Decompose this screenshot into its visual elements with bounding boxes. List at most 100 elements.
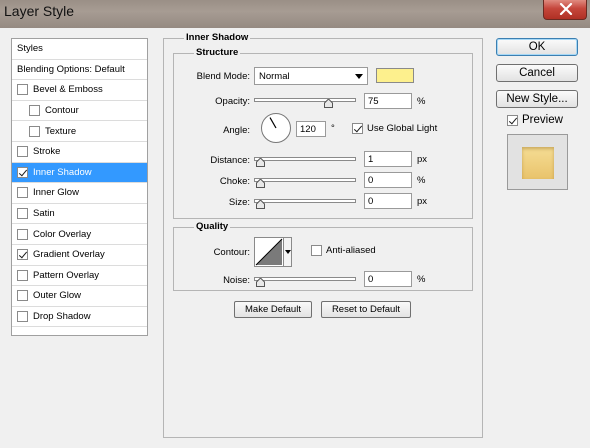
style-item-label: Color Overlay bbox=[33, 228, 92, 240]
blend-mode-label: Blend Mode: bbox=[196, 71, 250, 82]
close-icon bbox=[559, 3, 573, 15]
style-item-label: Outer Glow bbox=[33, 290, 82, 302]
structure-group: Structure Blend Mode: Normal Opacity: 75… bbox=[173, 47, 473, 219]
satin-checkbox[interactable] bbox=[17, 208, 28, 220]
distance-slider[interactable] bbox=[254, 157, 356, 161]
distance-slider-thumb[interactable] bbox=[256, 158, 265, 167]
opacity-slider[interactable] bbox=[254, 98, 356, 102]
contour-picker[interactable] bbox=[254, 237, 292, 267]
opacity-input[interactable]: 75 bbox=[364, 93, 412, 109]
linear-contour-icon bbox=[255, 238, 283, 266]
contour-dropdown-button[interactable] bbox=[283, 238, 291, 266]
outer-glow-checkbox[interactable] bbox=[17, 290, 28, 302]
noise-label: Noise: bbox=[223, 275, 250, 286]
style-item-color-overlay[interactable]: Color Overlay bbox=[12, 224, 147, 245]
noise-unit: % bbox=[417, 274, 426, 285]
style-item-texture[interactable]: Texture bbox=[12, 121, 147, 142]
contour-label: Contour: bbox=[213, 247, 250, 258]
color-overlay-checkbox[interactable] bbox=[17, 228, 28, 240]
contour-checkbox[interactable] bbox=[29, 105, 40, 117]
choke-slider[interactable] bbox=[254, 178, 356, 182]
preview-checkbox[interactable] bbox=[507, 115, 518, 126]
styles-header-label: Styles bbox=[17, 43, 43, 55]
style-item-label: Inner Glow bbox=[33, 187, 79, 199]
distance-input[interactable]: 1 bbox=[364, 151, 412, 167]
distance-unit: px bbox=[417, 154, 428, 165]
style-item-label: Inner Shadow bbox=[33, 166, 92, 178]
styles-header[interactable]: Styles bbox=[12, 39, 147, 60]
anti-aliased-checkbox[interactable] bbox=[311, 245, 322, 256]
style-item-drop-shadow[interactable]: Drop Shadow bbox=[12, 307, 147, 328]
size-label: Size: bbox=[228, 197, 250, 208]
title-bar: Layer Style bbox=[0, 0, 590, 28]
preview-box bbox=[507, 134, 568, 190]
gradient-overlay-checkbox[interactable] bbox=[17, 249, 28, 261]
preview-label: Preview bbox=[522, 114, 563, 126]
noise-input[interactable]: 0 bbox=[364, 271, 412, 287]
noise-slider[interactable] bbox=[254, 277, 356, 281]
style-item-label: Gradient Overlay bbox=[33, 249, 105, 261]
inner-glow-checkbox[interactable] bbox=[17, 187, 28, 199]
ok-button[interactable]: OK bbox=[496, 38, 578, 56]
inner-shadow-panel: Inner Shadow Structure Blend Mode: Norma… bbox=[163, 32, 483, 438]
texture-checkbox[interactable] bbox=[29, 125, 40, 137]
angle-input[interactable]: 120 bbox=[296, 121, 326, 137]
close-button[interactable] bbox=[543, 0, 587, 20]
size-input[interactable]: 0 bbox=[364, 193, 412, 209]
inner-shadow-checkbox[interactable] bbox=[17, 166, 28, 178]
opacity-label: Opacity: bbox=[215, 96, 250, 107]
shadow-color-swatch[interactable] bbox=[376, 68, 414, 83]
quality-group: Quality Contour: Anti-aliased Noise: 0 % bbox=[173, 221, 473, 291]
new-style-button[interactable]: New Style... bbox=[496, 90, 578, 108]
panel-title: Inner Shadow bbox=[184, 32, 251, 43]
make-default-button[interactable]: Make Default bbox=[234, 301, 312, 318]
cancel-button[interactable]: Cancel bbox=[496, 64, 578, 82]
structure-title: Structure bbox=[194, 47, 241, 58]
angle-label: Angle: bbox=[223, 125, 250, 136]
style-item-stroke[interactable]: Stroke bbox=[12, 142, 147, 163]
drop-shadow-checkbox[interactable] bbox=[17, 311, 28, 323]
style-item-label: Texture bbox=[45, 125, 77, 137]
quality-title: Quality bbox=[194, 221, 231, 232]
style-item-label: Contour bbox=[45, 105, 79, 117]
size-slider-thumb[interactable] bbox=[256, 200, 265, 209]
use-global-light-checkbox[interactable] bbox=[352, 123, 363, 134]
use-global-light-label: Use Global Light bbox=[367, 123, 438, 134]
choke-input[interactable]: 0 bbox=[364, 172, 412, 188]
style-item-outer-glow[interactable]: Outer Glow bbox=[12, 286, 147, 307]
blend-mode-value: Normal bbox=[259, 71, 290, 82]
style-item-label: Bevel & Emboss bbox=[33, 84, 103, 96]
blend-mode-select[interactable]: Normal bbox=[254, 67, 368, 85]
style-item-inner-shadow[interactable]: Inner Shadow bbox=[12, 162, 147, 184]
chevron-down-icon bbox=[285, 250, 291, 254]
style-item-bevel-emboss[interactable]: Bevel & Emboss bbox=[12, 80, 147, 101]
choke-unit: % bbox=[417, 175, 426, 186]
style-item-label: Satin bbox=[33, 208, 55, 220]
noise-slider-thumb[interactable] bbox=[256, 278, 265, 287]
style-item-blending-options-default[interactable]: Blending Options: Default bbox=[12, 60, 147, 81]
style-item-satin[interactable]: Satin bbox=[12, 204, 147, 225]
style-item-label: Stroke bbox=[33, 146, 61, 158]
pattern-overlay-checkbox[interactable] bbox=[17, 269, 28, 281]
opacity-slider-thumb[interactable] bbox=[323, 99, 333, 108]
bevel-emboss-checkbox[interactable] bbox=[17, 84, 28, 96]
style-item-label: Pattern Overlay bbox=[33, 269, 99, 281]
style-item-pattern-overlay[interactable]: Pattern Overlay bbox=[12, 266, 147, 287]
style-item-inner-glow[interactable]: Inner Glow bbox=[12, 183, 147, 204]
preview-swatch bbox=[522, 147, 554, 179]
size-unit: px bbox=[417, 196, 428, 207]
reset-to-default-button[interactable]: Reset to Default bbox=[321, 301, 411, 318]
style-item-label: Drop Shadow bbox=[33, 311, 91, 323]
angle-dial[interactable] bbox=[260, 112, 292, 144]
style-item-label: Blending Options: Default bbox=[17, 63, 125, 75]
stroke-checkbox[interactable] bbox=[17, 146, 28, 158]
size-slider[interactable] bbox=[254, 199, 356, 203]
opacity-unit: % bbox=[417, 96, 426, 107]
style-item-gradient-overlay[interactable]: Gradient Overlay bbox=[12, 245, 147, 266]
window-title: Layer Style bbox=[4, 3, 75, 19]
style-item-contour[interactable]: Contour bbox=[12, 101, 147, 122]
choke-slider-thumb[interactable] bbox=[256, 179, 265, 188]
chevron-down-icon bbox=[355, 74, 363, 79]
distance-label: Distance: bbox=[210, 155, 250, 166]
anti-aliased-label: Anti-aliased bbox=[326, 245, 376, 256]
